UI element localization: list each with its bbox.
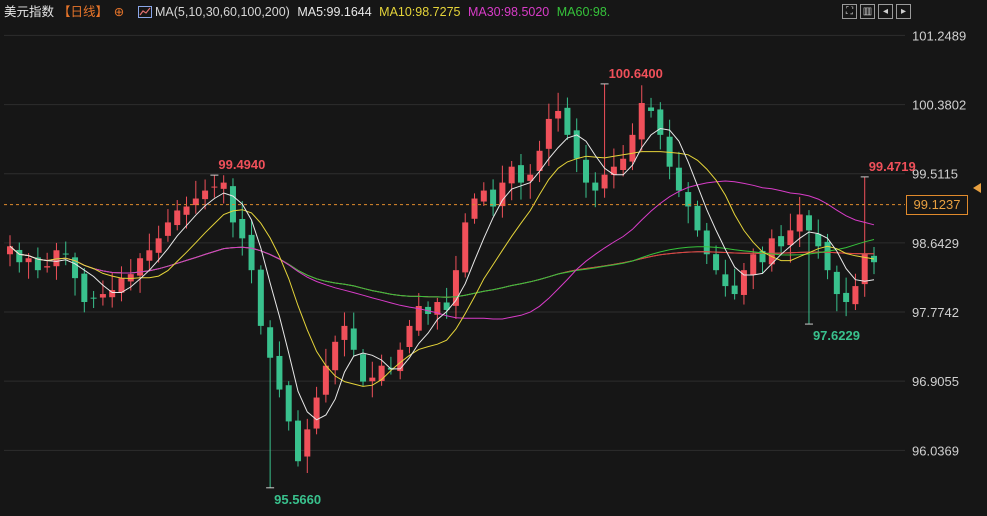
candle-body (211, 186, 218, 188)
candle-body (25, 258, 32, 263)
candle-body (703, 230, 710, 255)
high-label: 99.4719 (869, 159, 916, 174)
candle-body (555, 110, 562, 119)
candle-body (369, 377, 376, 382)
candle-body (257, 269, 264, 326)
candle-body (657, 109, 664, 135)
candle-body (99, 294, 106, 298)
candle-body (118, 278, 125, 293)
y-tick-label: 98.6429 (912, 236, 959, 251)
candle-body (415, 305, 422, 331)
high-label: 100.6400 (609, 66, 663, 81)
candle-body (462, 222, 469, 273)
candle-body (480, 190, 487, 202)
candle-body (202, 190, 209, 200)
candle-body (499, 182, 506, 207)
candle-body (81, 273, 88, 303)
candle-body (508, 166, 515, 184)
candle-body (341, 325, 348, 340)
candle-body (731, 285, 738, 295)
current-price-label: 99.1237 (906, 195, 968, 215)
candle-body (471, 198, 478, 219)
candle-body (44, 266, 51, 268)
candle-body (629, 134, 636, 162)
candle-body (62, 253, 69, 255)
candle-body (183, 206, 190, 215)
candle-body (750, 254, 757, 275)
candle-body (155, 238, 162, 253)
price-pointer-icon (973, 183, 981, 193)
candle-body (694, 205, 701, 231)
candle-body (313, 397, 320, 429)
candle-body (564, 107, 571, 135)
y-tick-label: 101.2489 (912, 28, 966, 43)
y-tick-label: 97.7742 (912, 305, 959, 320)
candle-body (601, 174, 608, 189)
candle-body (740, 270, 747, 295)
candle-body (843, 292, 850, 303)
candle-body (768, 238, 775, 265)
candle-body (248, 234, 255, 271)
y-tick-label: 100.3802 (912, 98, 966, 113)
candle-body (360, 354, 367, 382)
candle-body (239, 218, 246, 239)
candle-body (675, 167, 682, 191)
candle-body (787, 230, 794, 246)
low-label: 95.5660 (274, 492, 321, 507)
y-tick-label: 99.5115 (912, 167, 958, 182)
candle-body (648, 107, 655, 111)
candle-body (295, 420, 301, 462)
candle-body (833, 271, 840, 295)
candle-body (378, 365, 385, 382)
candle-body (713, 254, 720, 271)
candle-body (778, 236, 785, 247)
candle-body (592, 182, 599, 191)
candle-body (583, 159, 589, 183)
candle-body (815, 233, 822, 247)
candle-body (192, 198, 199, 206)
candle-body (127, 274, 134, 282)
candlestick-chart[interactable]: 101.2489 100.3802 99.5115 98.6429 97.7742 96.… (0, 0, 987, 516)
candle-body (852, 286, 859, 305)
candle-body (276, 355, 283, 390)
candle-body (490, 189, 497, 207)
candle-body (350, 328, 357, 350)
candle-body (174, 210, 181, 226)
candle-body (406, 325, 413, 348)
candle-body (164, 222, 171, 236)
candle-body (861, 254, 868, 285)
low-label: 97.6229 (813, 328, 860, 343)
candle-body (722, 274, 729, 287)
candle-body (796, 214, 803, 232)
candle-body (332, 341, 339, 371)
candle-body (267, 327, 274, 358)
candle-body (220, 182, 227, 189)
candle-body (545, 118, 552, 149)
candle-body (638, 103, 645, 140)
candle-body (620, 158, 627, 170)
candle-body (805, 215, 812, 231)
y-tick-label: 96.9055 (912, 374, 959, 389)
candle-body (146, 250, 153, 261)
candle-body (53, 250, 60, 267)
candle-body (517, 165, 524, 183)
high-label: 99.4940 (218, 157, 265, 172)
candle-body (666, 136, 673, 167)
candle-body (304, 429, 311, 457)
candle-body (285, 385, 292, 422)
candle-body (90, 297, 97, 299)
y-tick-label: 96.0369 (912, 443, 959, 458)
candle-body (322, 365, 329, 395)
candle-body (137, 258, 144, 276)
candle-body (16, 249, 23, 263)
